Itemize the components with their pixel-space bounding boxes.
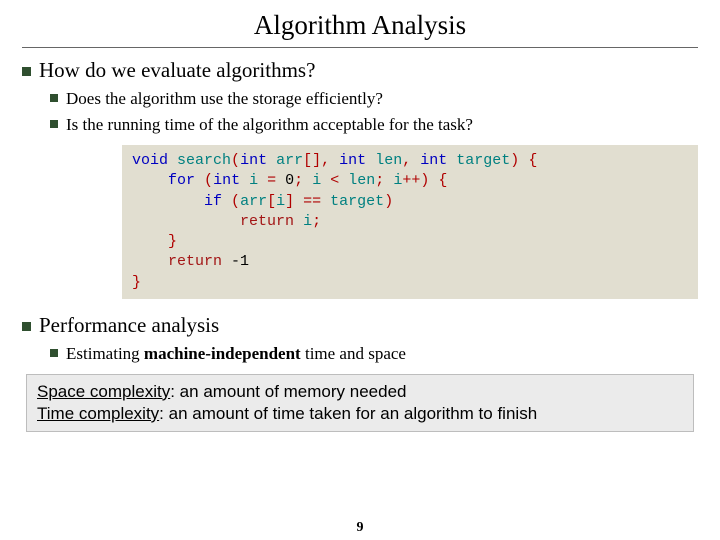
space-text: : an amount of memory needed	[170, 382, 406, 401]
space-label: Space complexity	[37, 382, 170, 401]
slide-title: Algorithm Analysis	[22, 10, 698, 41]
semi: ;	[294, 172, 303, 189]
id-arr: arr	[240, 193, 267, 210]
incr: ++)	[402, 172, 429, 189]
est-pre: Estimating	[66, 344, 144, 363]
id-target: target	[456, 152, 510, 169]
bullet-storage-text: Does the algorithm use the storage effic…	[66, 89, 383, 108]
bracket-open: [	[267, 193, 276, 210]
comma: ,	[321, 152, 330, 169]
est-bold: machine-independent	[144, 344, 301, 363]
kw-for: for	[168, 172, 195, 189]
paren-open: (	[231, 152, 240, 169]
page-number: 9	[0, 520, 720, 536]
lit-zero: 0	[285, 172, 294, 189]
code-block: void search(int arr[], int len, int targ…	[122, 145, 698, 299]
kw-int: int	[420, 152, 447, 169]
bullet-evaluate-text: How do we evaluate algorithms?	[39, 58, 315, 82]
id-len: len	[348, 172, 375, 189]
paren-open: (	[204, 172, 213, 189]
kw-int: int	[339, 152, 366, 169]
semi: ;	[375, 172, 384, 189]
id-i: i	[303, 213, 312, 230]
title-rule	[22, 47, 698, 48]
square-bullet-icon	[22, 322, 31, 331]
square-bullet-icon	[50, 349, 58, 357]
slide: Algorithm Analysis How do we evaluate al…	[0, 0, 720, 540]
kw-return: return	[168, 253, 222, 270]
kw-return: return	[240, 213, 294, 230]
paren-close: )	[384, 193, 393, 210]
eqeq: ==	[303, 193, 321, 210]
brace-close: }	[132, 274, 141, 291]
id-i: i	[276, 193, 285, 210]
paren-open: (	[231, 193, 240, 210]
lt: <	[330, 172, 339, 189]
semi: ;	[312, 213, 321, 230]
square-bullet-icon	[50, 94, 58, 102]
kw-void: void	[132, 152, 168, 169]
bracket-close: ]	[285, 193, 294, 210]
brace-open: {	[528, 152, 537, 169]
complexity-callout: Space complexity: an amount of memory ne…	[26, 374, 694, 432]
id-i: i	[312, 172, 321, 189]
time-label: Time complexity	[37, 404, 159, 423]
bullet-estimating: Estimating machine-independent time and …	[50, 344, 698, 364]
time-text: : an amount of time taken for an algorit…	[159, 404, 537, 423]
lit-neg1: -1	[231, 253, 249, 270]
bullet-storage: Does the algorithm use the storage effic…	[50, 89, 698, 109]
paren-close: )	[510, 152, 519, 169]
id-target: target	[330, 193, 384, 210]
bullet-performance: Performance analysis	[22, 313, 698, 338]
id-arr: arr	[276, 152, 303, 169]
id-i: i	[393, 172, 402, 189]
fn-name: search	[177, 152, 231, 169]
kw-int: int	[240, 152, 267, 169]
square-bullet-icon	[50, 120, 58, 128]
id-i: i	[249, 172, 258, 189]
brace-open: {	[438, 172, 447, 189]
comma: ,	[402, 152, 411, 169]
bullet-runtime-text: Is the running time of the algorithm acc…	[66, 115, 473, 134]
brace-close: }	[168, 233, 177, 250]
eq: =	[267, 172, 276, 189]
time-complexity-line: Time complexity: an amount of time taken…	[37, 403, 683, 425]
kw-if: if	[204, 193, 222, 210]
space-complexity-line: Space complexity: an amount of memory ne…	[37, 381, 683, 403]
est-post: time and space	[301, 344, 406, 363]
bullet-evaluate: How do we evaluate algorithms?	[22, 58, 698, 83]
brackets: []	[303, 152, 321, 169]
id-len: len	[375, 152, 402, 169]
bullet-runtime: Is the running time of the algorithm acc…	[50, 115, 698, 135]
kw-int: int	[213, 172, 240, 189]
bullet-performance-text: Performance analysis	[39, 313, 219, 337]
square-bullet-icon	[22, 67, 31, 76]
